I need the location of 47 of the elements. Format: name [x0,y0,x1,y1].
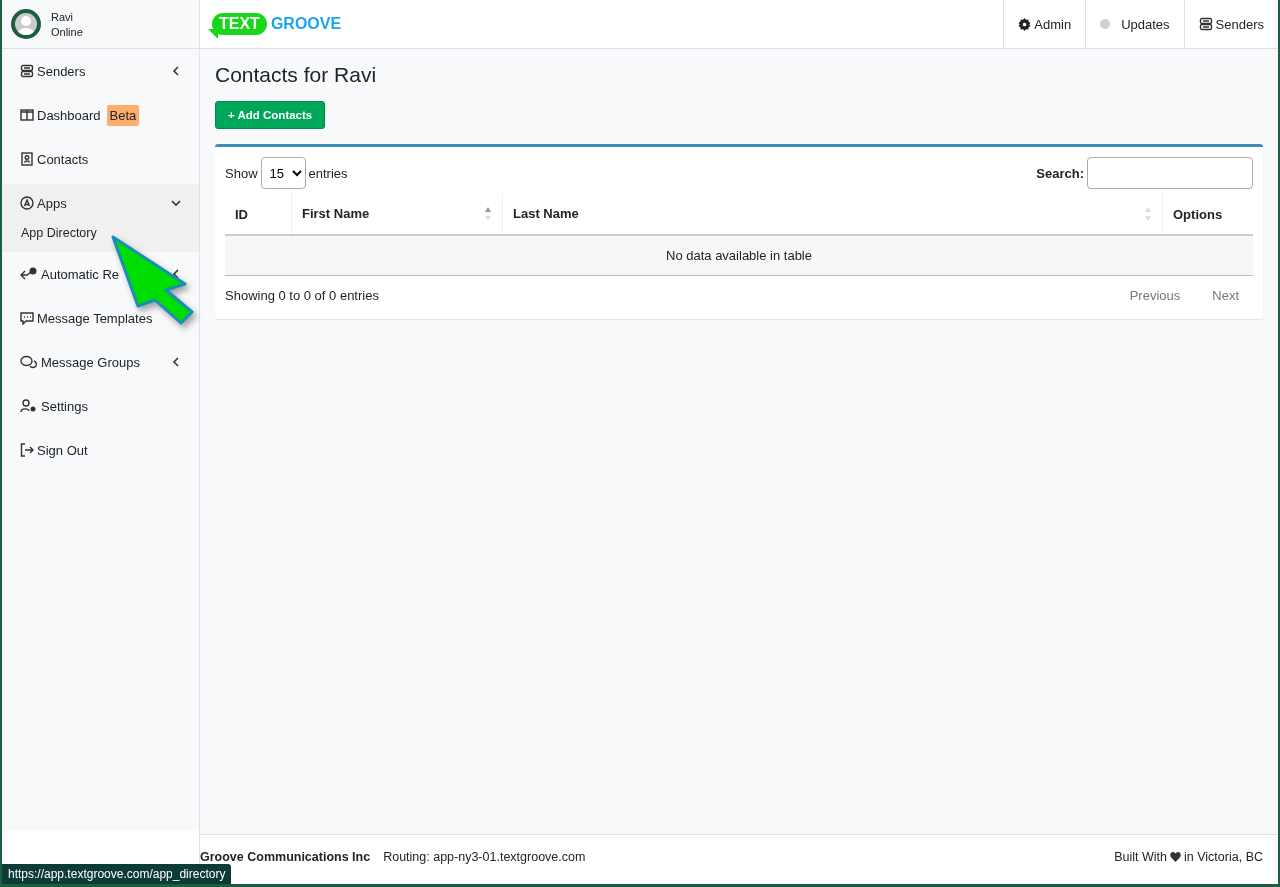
chevron-icon [171,66,181,76]
chat-icon [20,311,34,325]
app-store-icon [20,196,34,210]
empty-table-message: No data available in table [225,235,1253,276]
sidebar-item[interactable]: Settings [2,384,199,428]
user-status: Online [51,25,83,38]
columns-icon [20,108,34,122]
status-dot-icon [1100,19,1111,29]
link-preview: https://app.textgroove.com/app_directory [2,864,232,884]
chevron-icon [171,198,181,208]
avatar [11,9,41,39]
user-gear-icon [20,399,38,413]
location-text: in Victoria, BC [1184,850,1263,864]
sidebar-item[interactable]: Message Templates [2,296,199,340]
show-label: Show [225,165,258,181]
company-name: Groove Communications Inc [200,850,371,864]
sidebar-item[interactable]: Message Groups [2,340,199,384]
sidebar-item[interactable]: Contacts [2,137,199,181]
chevron-icon [171,357,181,367]
chats-icon [20,355,38,369]
heart-icon [1170,852,1182,862]
tray-icon [1198,17,1213,31]
entries-label: entries [308,165,348,181]
table-info: Showing 0 to 0 of 0 entries [225,288,379,303]
search-label: Search: [1036,165,1084,181]
sidebar-subitem[interactable]: App Directory [2,222,199,252]
user-name: Ravi [51,10,74,23]
sidebar-item[interactable]: Automatic Re [2,252,199,296]
reply-icon [20,267,38,281]
search-field[interactable] [1087,157,1253,189]
sidebar-item[interactable]: Apps [2,184,199,222]
routing-text: Routing: app-ny3-01.textgroove.com [383,850,586,864]
built-with-text: Built With [1114,850,1168,864]
sidebar-item[interactable]: Sign Out [2,428,199,472]
page-size-select[interactable]: 15 [260,157,306,189]
contact-icon [20,152,34,166]
chevron-icon [171,269,181,279]
nav-link[interactable]: Updates [1085,0,1184,48]
nav-link[interactable]: Senders [1183,0,1278,48]
beta-badge: Beta [106,104,140,126]
sidebar-item[interactable]: Senders [2,49,199,93]
settings-icon [1018,17,1032,31]
tray-icon [20,64,34,78]
page-title: Contacts for Ravi [215,63,378,87]
sign-out-icon [20,443,34,457]
sidebar-item[interactable]: Dashboard Beta [2,93,199,137]
nav-link[interactable]: Admin [1003,0,1086,48]
